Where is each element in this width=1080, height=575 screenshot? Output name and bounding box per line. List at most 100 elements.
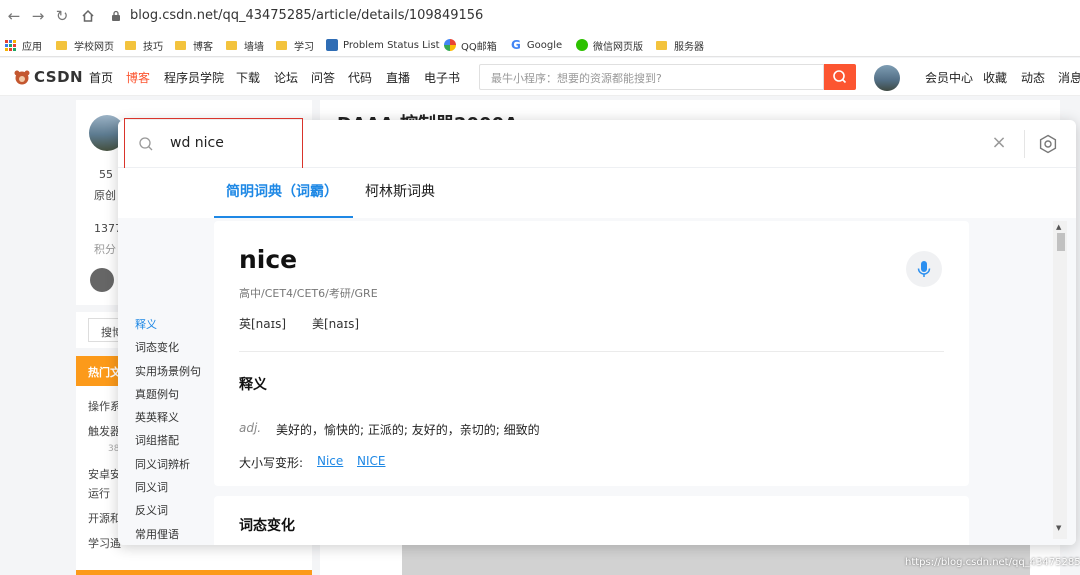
bookmark-server[interactable]: 服务器 <box>656 37 704 53</box>
section-title: 词态变化 <box>239 518 295 534</box>
toc-item[interactable]: 同义词辨析 <box>135 456 215 479</box>
nav-qa[interactable]: 问答 <box>311 69 335 86</box>
toc-item[interactable]: 反义词 <box>135 502 215 525</box>
nav-academy[interactable]: 程序员学院 <box>164 69 224 86</box>
bookmark-wechat[interactable]: 微信网页版 <box>576 37 643 53</box>
stat-label: 原创 <box>94 189 116 202</box>
tab-collins-dict[interactable]: 柯林斯词典 <box>365 181 435 201</box>
bookmark-label: 应用 <box>22 41 42 53</box>
bookmark-google[interactable]: G Google <box>511 37 562 53</box>
apps-grid-icon <box>5 39 16 51</box>
toc-item[interactable]: 真题例句 <box>135 386 215 409</box>
bookmark-label: QQ邮箱 <box>461 41 497 53</box>
phonetic-us[interactable]: 美[naɪs] <box>312 315 359 332</box>
browser-address-bar: ← → ↻ blog.csdn.net/qq_43475285/article/… <box>0 0 1080 33</box>
bookmark-tips[interactable]: 技巧 <box>125 37 163 53</box>
bookmark-label: 博客 <box>193 41 213 53</box>
headword: nice <box>239 245 298 274</box>
scrollbar-thumb[interactable] <box>1057 233 1065 251</box>
home-icon[interactable] <box>78 6 98 26</box>
nav-messages[interactable]: 消息 <box>1058 69 1080 86</box>
bookmarks-bar: 应用 学校网页 技巧 博客 墙墙 学习 Problem Status List … <box>0 33 1080 57</box>
scroll-up-icon[interactable]: ▲ <box>1056 223 1061 231</box>
microphone-icon <box>917 261 931 277</box>
toc-item-definition[interactable]: 释义 <box>135 316 215 339</box>
clear-icon[interactable]: × <box>990 134 1008 152</box>
bookmark-wall[interactable]: 墙墙 <box>226 37 264 53</box>
list-item[interactable]: 开源和 <box>88 510 121 526</box>
nav-home[interactable]: 首页 <box>89 69 113 86</box>
grid-icon <box>326 39 338 51</box>
nav-blog[interactable]: 博客 <box>126 69 150 86</box>
nav-favorites[interactable]: 收藏 <box>983 69 1007 86</box>
folder-icon <box>56 40 67 50</box>
list-item[interactable]: 安卓安 <box>88 466 121 482</box>
back-icon[interactable]: ← <box>4 6 24 26</box>
case-variant-link[interactable]: NICE <box>357 454 385 468</box>
nav-activity[interactable]: 动态 <box>1021 69 1045 86</box>
bookmark-study[interactable]: 学习 <box>276 37 314 53</box>
bookmark-label: Problem Status List <box>343 39 440 51</box>
pronounce-button[interactable] <box>906 251 942 287</box>
nav-live[interactable]: 直播 <box>386 69 410 86</box>
scroll-down-icon[interactable]: ▼ <box>1056 524 1061 532</box>
nav-forum[interactable]: 论坛 <box>274 69 298 86</box>
bookmark-school[interactable]: 学校网页 <box>56 37 114 53</box>
bookmark-label: Google <box>526 39 563 51</box>
user-avatar[interactable] <box>874 65 900 91</box>
github-icon[interactable] <box>90 268 114 292</box>
folder-icon <box>125 40 136 50</box>
phonetic-uk[interactable]: 英[naɪs] <box>239 315 286 332</box>
orange-strip <box>76 570 312 575</box>
folder-icon <box>175 40 186 50</box>
scrollbar-track[interactable] <box>1053 221 1067 539</box>
csdn-logo[interactable]: CSDN <box>13 67 83 87</box>
forward-icon[interactable]: → <box>28 6 48 26</box>
bookmark-blog[interactable]: 博客 <box>175 37 213 53</box>
nav-member[interactable]: 会员中心 <box>925 69 973 86</box>
bookmark-qqmail[interactable]: QQ邮箱 <box>444 37 497 53</box>
tab-active-indicator <box>214 216 353 218</box>
screenshot-root: ← → ↻ blog.csdn.net/qq_43475285/article/… <box>0 0 1080 575</box>
csdn-logo-text: CSDN <box>34 68 84 86</box>
stat2-label: 积分 <box>94 243 116 256</box>
csdn-mascot-icon <box>14 70 30 85</box>
folder-icon <box>226 40 237 50</box>
nav-ebook[interactable]: 电子书 <box>424 69 460 86</box>
bookmark-problem-status[interactable]: Problem Status List <box>326 37 440 53</box>
lock-icon <box>112 10 120 21</box>
bookmark-label: 学习 <box>294 41 314 53</box>
bookmark-apps[interactable]: 应用 <box>5 37 42 53</box>
case-variant-link[interactable]: Nice <box>317 454 343 468</box>
url-text[interactable]: blog.csdn.net/qq_43475285/article/detail… <box>130 8 483 23</box>
list-item[interactable]: 触发器 <box>88 423 121 439</box>
section-title: 释义 <box>239 377 267 393</box>
bookmark-label: 微信网页版 <box>593 41 643 53</box>
reload-icon[interactable]: ↻ <box>52 6 72 26</box>
nav-code[interactable]: 代码 <box>348 69 372 86</box>
toc-item[interactable]: 英英释义 <box>135 409 215 432</box>
nav-download[interactable]: 下载 <box>236 69 260 86</box>
entry-card: nice 高中/CET4/CET6/考研/GRE 英[naɪs] 美[naɪs]… <box>214 221 969 486</box>
settings-hexagon-icon[interactable] <box>1038 134 1058 154</box>
tab-concise-dict[interactable]: 简明词典（词霸） <box>226 181 338 201</box>
stat-count: 55 <box>99 168 113 181</box>
header-search-button[interactable] <box>824 64 856 90</box>
search-icon <box>833 70 847 84</box>
dictionary-body: 简明词典（词霸） 柯林斯词典 释义 词态变化 实用场景例句 真题例句 英英释义 … <box>118 168 1076 545</box>
toc-item[interactable]: 实用场景例句 <box>135 363 215 386</box>
list-item[interactable]: 学习通 <box>88 535 121 551</box>
inflections-card: 词态变化 <box>214 496 969 545</box>
bookmark-label: 墙墙 <box>244 41 264 53</box>
qqmail-icon <box>444 39 456 51</box>
toc-item[interactable]: 同义词 <box>135 479 215 502</box>
header-search-input[interactable]: 最牛小程序：想要的资源都能搜到? <box>479 64 824 90</box>
toc-item[interactable]: 词态变化 <box>135 339 215 362</box>
list-item[interactable]: 运行 <box>88 485 110 501</box>
toc-item[interactable]: 常用俚语 <box>135 526 215 545</box>
bookmark-label: 学校网页 <box>74 41 114 53</box>
list-item[interactable]: 操作系 <box>88 398 121 414</box>
definition-text: 美好的，愉快的; 正派的; 友好的，亲切的; 细致的 <box>276 423 540 437</box>
toc-item[interactable]: 词组搭配 <box>135 432 215 455</box>
watermark: https://blog.csdn.net/qq_43475285 <box>905 557 1080 568</box>
